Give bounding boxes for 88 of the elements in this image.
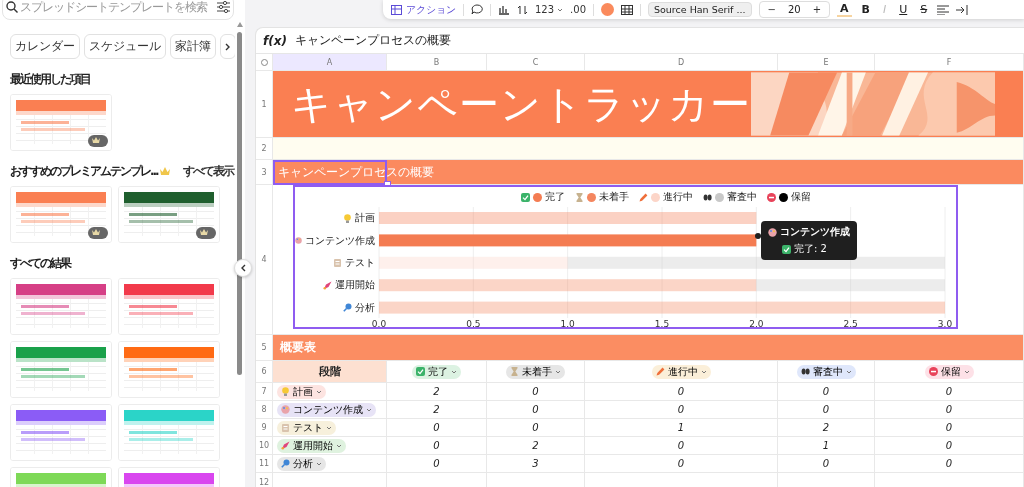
stage-dropdown[interactable]: テスト xyxy=(277,420,336,435)
status-dropdown[interactable]: 完了 xyxy=(412,364,461,379)
font-dropdown[interactable]: Source Han Serif ... xyxy=(648,2,752,17)
table-cell: 0 xyxy=(822,386,830,397)
section-heading: 最近使用した項目 xyxy=(10,71,90,88)
row-number[interactable]: 4 xyxy=(256,185,273,335)
formula-label: f(x) xyxy=(263,33,287,48)
category-chip[interactable]: 家計簿 xyxy=(170,34,216,59)
tick-label: 2.0 xyxy=(749,319,764,329)
section-title: 概要表 xyxy=(280,339,316,356)
legend-label: 審査中 xyxy=(726,190,757,204)
font-size-field[interactable]: 20 xyxy=(787,4,801,15)
table-cell: 0 xyxy=(532,422,539,433)
table-cell: 2 xyxy=(433,386,440,397)
table-cell: 2 xyxy=(822,422,830,433)
row-number[interactable]: 10 xyxy=(256,437,273,455)
tick-label: 1.5 xyxy=(654,319,670,329)
table-cell: 0 xyxy=(677,404,685,415)
see-all-link[interactable]: すべて表示 xyxy=(183,163,233,180)
legend-label: 未着手 xyxy=(598,190,629,204)
table-cell: 3 xyxy=(532,458,539,469)
status-dropdown[interactable]: 進行中 xyxy=(651,364,711,379)
tick-label: 0.5 xyxy=(466,319,481,329)
axis-label: 分析 xyxy=(355,300,375,315)
table-cell: 0 xyxy=(433,422,440,433)
decimal-button[interactable]: .00 xyxy=(570,4,586,15)
row-number[interactable]: 7 xyxy=(256,383,273,401)
axis-label: コンテンツ作成 xyxy=(305,233,375,248)
category-chip[interactable]: カレンダー xyxy=(10,34,80,59)
increase-button[interactable]: + xyxy=(812,4,821,15)
status-dropdown[interactable]: 審査中 xyxy=(796,364,856,379)
table-cell: 0 xyxy=(532,386,539,397)
stage-dropdown[interactable]: 運用開始 xyxy=(277,438,346,453)
axis-label: 計画 xyxy=(355,211,375,226)
row-number[interactable]: 12 xyxy=(256,473,273,487)
legend-label: 保留 xyxy=(790,190,811,204)
text-color-button[interactable]: A xyxy=(837,2,852,17)
table-cell: 0 xyxy=(945,386,953,397)
legend-label: 完了 xyxy=(544,190,565,204)
table-cell: 2 xyxy=(532,440,539,451)
axis-label: テスト xyxy=(345,255,375,270)
column-header[interactable]: A xyxy=(273,54,387,71)
table-cell: 0 xyxy=(822,404,830,415)
section-title: キャンペーンプロセスの概要 xyxy=(278,163,434,181)
bold-button[interactable]: B xyxy=(858,3,873,16)
table-cell: 0 xyxy=(677,440,685,451)
row-number[interactable]: 11 xyxy=(256,455,273,473)
sheet-title: キャンペーントラッカー xyxy=(291,79,751,129)
table-cell: 0 xyxy=(945,458,953,469)
tooltip-title: コンテンツ作成 xyxy=(780,225,850,239)
axis-label: 運用開始 xyxy=(335,278,375,293)
search-field[interactable]: スプレッドシートテンプレートを検索 xyxy=(2,0,234,20)
action-button[interactable]: アクション xyxy=(391,2,456,17)
status-dropdown[interactable]: 保留 xyxy=(924,364,974,379)
strikethrough-button[interactable]: S xyxy=(917,3,931,16)
table-cell: 0 xyxy=(822,458,830,469)
section-heading: おすすめのプレミアムテンプレ... xyxy=(10,163,158,180)
table-cell: 0 xyxy=(677,458,685,469)
table-cell: 0 xyxy=(532,404,539,415)
column-title: 段階 xyxy=(273,361,387,383)
tick-label: 3.0 xyxy=(937,319,953,329)
table-cell: 0 xyxy=(945,404,953,415)
tick-label: 2.5 xyxy=(843,319,858,329)
decrease-button[interactable]: − xyxy=(767,4,776,15)
tick-label: 1.0 xyxy=(560,319,575,329)
table-cell: 2 xyxy=(433,404,440,415)
status-dropdown[interactable]: 未着手 xyxy=(506,364,565,379)
row-number[interactable]: 8 xyxy=(256,401,273,419)
row-number[interactable]: 9 xyxy=(256,419,273,437)
stage-dropdown[interactable]: コンテンツ作成 xyxy=(277,402,376,417)
table-cell: 0 xyxy=(433,440,440,451)
table-cell: 1 xyxy=(822,440,830,451)
stage-dropdown[interactable]: 分析 xyxy=(277,456,326,471)
table-cell: 0 xyxy=(433,458,440,469)
section-heading: すべての結果 xyxy=(10,255,70,272)
table-cell: 0 xyxy=(945,440,953,451)
category-chip[interactable]: スケジュール xyxy=(84,34,166,59)
underline-button[interactable]: U xyxy=(896,3,911,16)
table-cell: 1 xyxy=(677,422,685,433)
formula-field[interactable]: キャンペーンプロセスの概要 xyxy=(294,32,451,49)
row-number[interactable]: 3 xyxy=(256,160,273,185)
tick-label: 0.0 xyxy=(371,319,387,329)
table-cell: 0 xyxy=(677,386,685,397)
tooltip-text: 完了: 2 xyxy=(794,242,827,256)
number-format-button[interactable]: 123 xyxy=(535,4,564,15)
legend-label: 進行中 xyxy=(662,190,693,204)
stage-dropdown[interactable]: 計画 xyxy=(277,384,326,399)
table-cell: 0 xyxy=(945,422,953,433)
